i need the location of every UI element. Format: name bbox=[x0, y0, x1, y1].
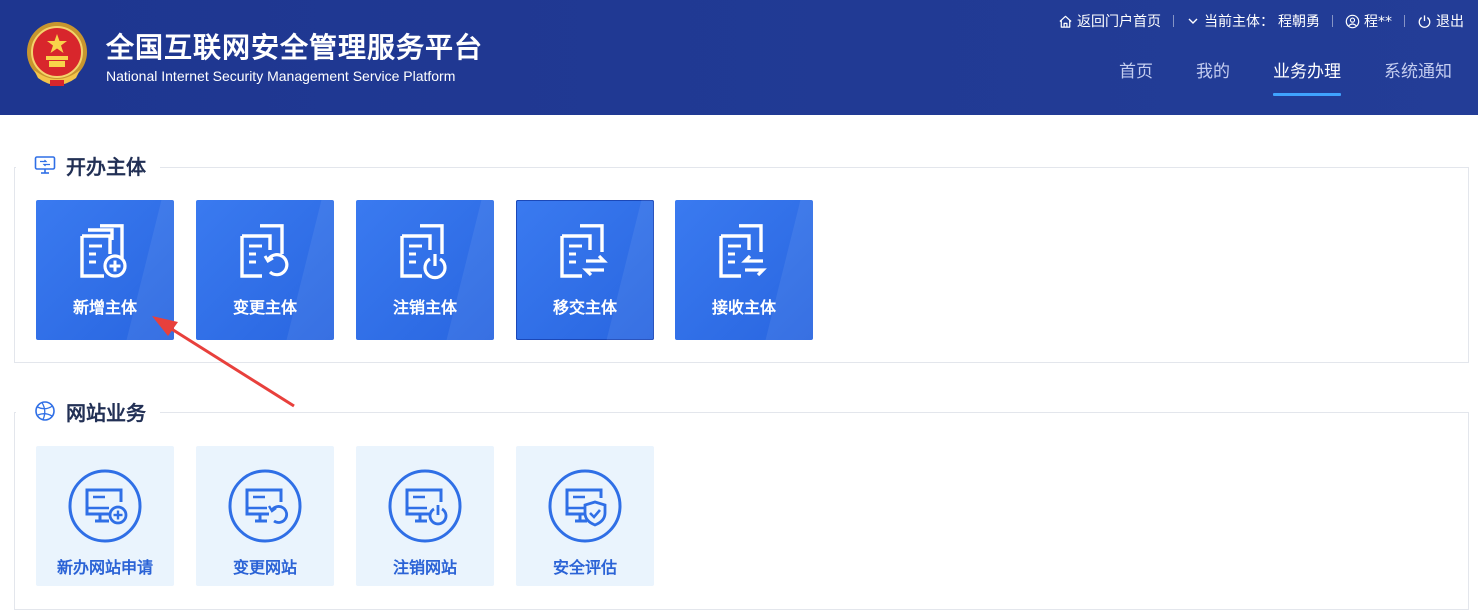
chevron-down-icon bbox=[1188, 18, 1198, 24]
document-change-icon bbox=[240, 224, 289, 278]
user-icon bbox=[1345, 14, 1360, 28]
monitor-change-icon bbox=[228, 469, 302, 543]
current-subject-name: 程朝勇 bbox=[1278, 14, 1320, 30]
tile-label: 安全评估 bbox=[552, 558, 617, 577]
home-icon bbox=[1059, 15, 1072, 28]
tile-label: 变更网站 bbox=[232, 558, 297, 577]
national-emblem-icon bbox=[27, 22, 87, 86]
globe-icon bbox=[35, 401, 55, 421]
tile-change-website[interactable]: 变更网站 bbox=[196, 446, 334, 586]
logout-link[interactable]: 退出 bbox=[1417, 11, 1464, 31]
monitor-icon bbox=[34, 156, 56, 174]
website-section-title: 网站业务 bbox=[16, 396, 160, 426]
power-icon bbox=[1418, 14, 1431, 28]
tile-label: 新增主体 bbox=[72, 298, 137, 317]
tile-label: 变更主体 bbox=[232, 298, 297, 317]
main-nav: 首页 我的 业务办理 系统通知 bbox=[1119, 60, 1452, 96]
monitor-cancel-icon bbox=[388, 469, 462, 543]
tile-cancel-entity[interactable]: 注销主体 bbox=[356, 200, 494, 340]
document-receive-icon bbox=[719, 224, 767, 278]
tile-label: 移交主体 bbox=[552, 298, 617, 317]
tile-cancel-website[interactable]: 注销网站 bbox=[356, 446, 494, 586]
divider bbox=[1173, 15, 1174, 27]
tile-receive-entity[interactable]: 接收主体 bbox=[675, 200, 813, 340]
return-portal-label: 返回门户首页 bbox=[1077, 14, 1161, 30]
tile-change-entity[interactable]: 变更主体 bbox=[196, 200, 334, 340]
tile-label: 注销网站 bbox=[392, 558, 457, 577]
tile-transfer-entity[interactable]: 移交主体 bbox=[516, 200, 654, 340]
document-add-icon bbox=[80, 224, 127, 278]
nav-mine[interactable]: 我的 bbox=[1196, 60, 1230, 96]
current-subject-dropdown[interactable]: 当前主体： 程朝勇 bbox=[1186, 11, 1320, 31]
logout-label: 退出 bbox=[1436, 14, 1464, 30]
header: 全国互联网安全管理服务平台 National Internet Security… bbox=[0, 0, 1478, 115]
divider bbox=[1332, 15, 1333, 27]
tile-label: 接收主体 bbox=[711, 298, 776, 317]
website-section-label: 网站业务 bbox=[66, 400, 146, 425]
tile-label: 注销主体 bbox=[392, 298, 457, 317]
user-name: 程** bbox=[1364, 14, 1392, 30]
tile-security-assessment[interactable]: 安全评估 bbox=[516, 446, 654, 586]
entity-section-title: 开办主体 bbox=[16, 150, 160, 180]
tile-new-website[interactable]: 新办网站申请 bbox=[36, 446, 174, 586]
document-transfer-icon bbox=[560, 224, 608, 278]
monitor-add-icon bbox=[68, 469, 142, 543]
document-cancel-icon bbox=[400, 224, 447, 280]
monitor-shield-icon bbox=[548, 469, 622, 543]
user-menu[interactable]: 程** bbox=[1345, 11, 1392, 31]
nav-notifications[interactable]: 系统通知 bbox=[1384, 60, 1452, 96]
top-links: 返回门户首页 当前主体： 程朝勇 程** 退出 bbox=[1058, 11, 1464, 31]
nav-business[interactable]: 业务办理 bbox=[1273, 60, 1341, 96]
current-subject-label: 当前主体： bbox=[1204, 14, 1274, 30]
tile-label: 新办网站申请 bbox=[56, 558, 153, 577]
platform-title: 全国互联网安全管理服务平台 bbox=[106, 31, 484, 64]
platform-subtitle: National Internet Security Management Se… bbox=[106, 68, 456, 84]
divider bbox=[1404, 15, 1405, 27]
tile-add-entity[interactable]: 新增主体 bbox=[36, 200, 174, 340]
return-portal-link[interactable]: 返回门户首页 bbox=[1058, 11, 1161, 31]
nav-home[interactable]: 首页 bbox=[1119, 60, 1153, 96]
entity-section-label: 开办主体 bbox=[66, 154, 146, 179]
